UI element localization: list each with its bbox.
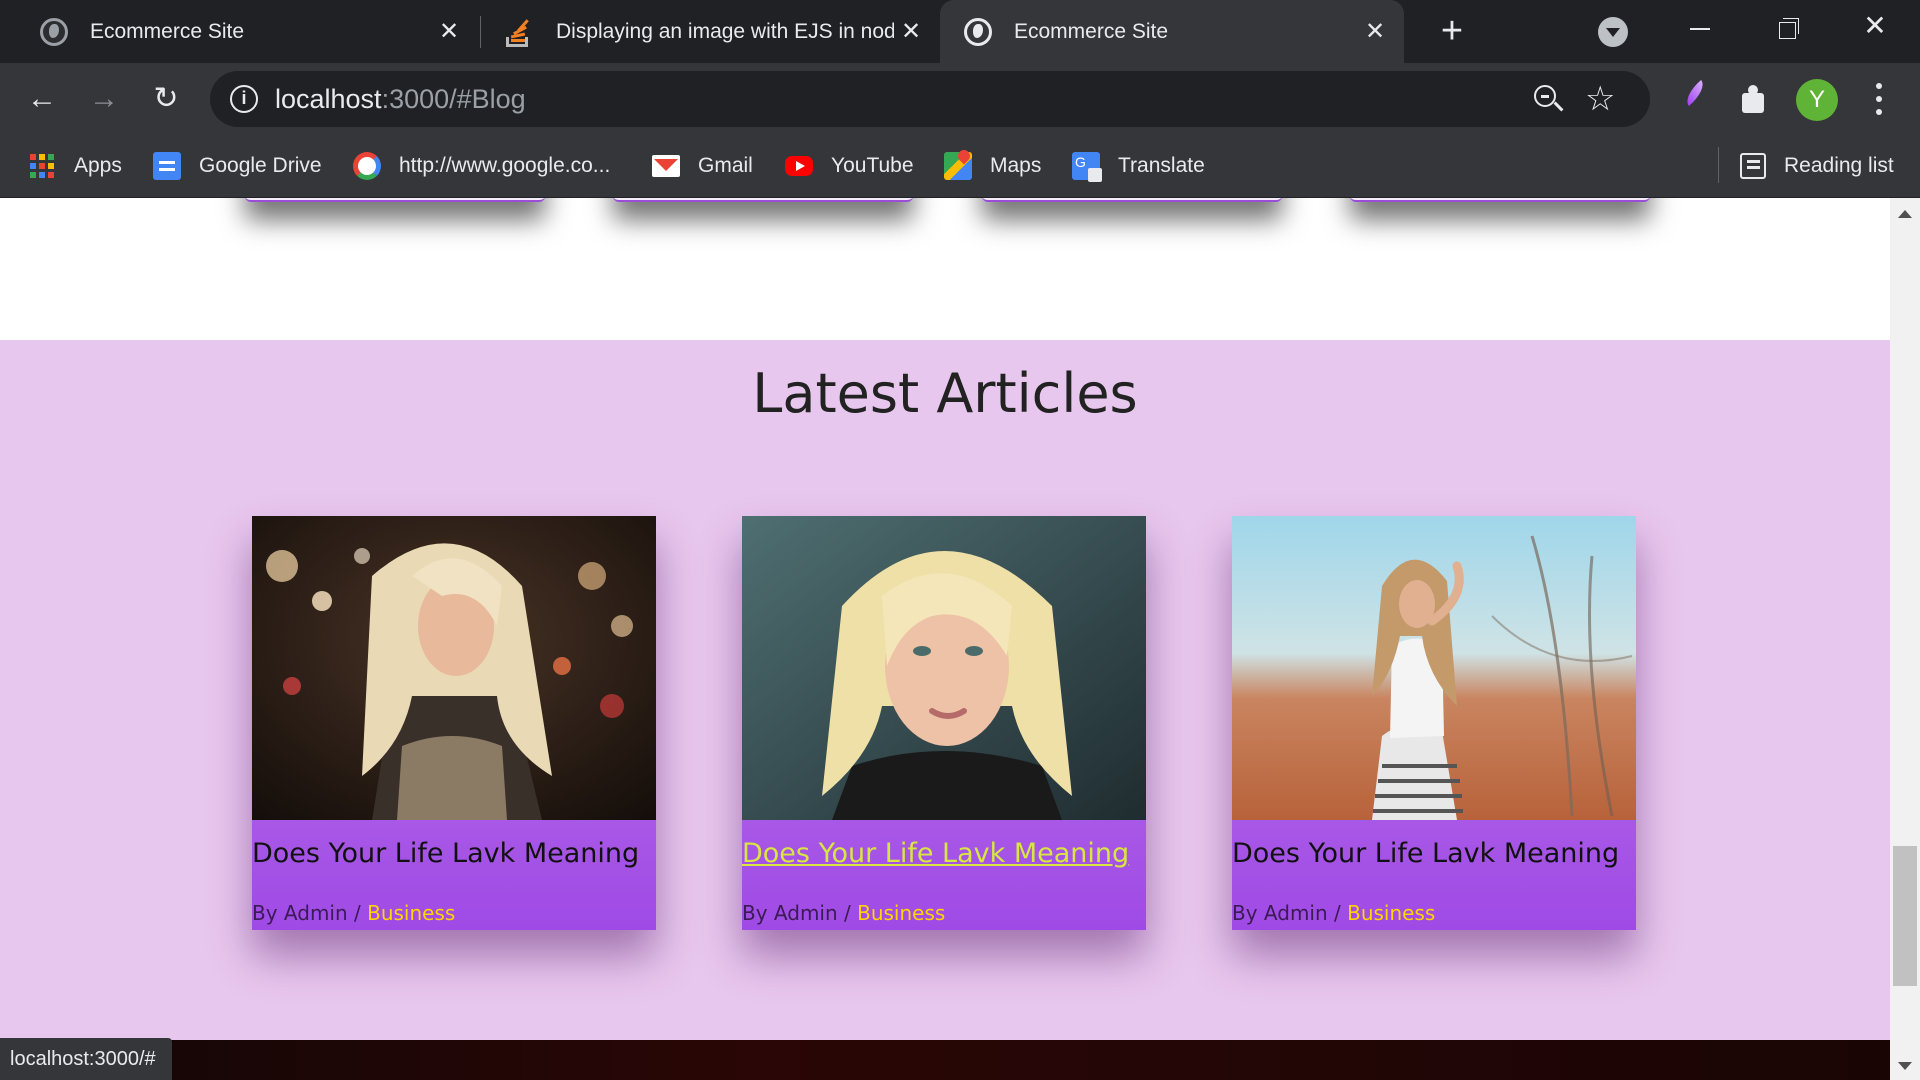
bookmarks-divider — [1718, 147, 1719, 183]
article-title-link[interactable]: Does Your Life Lavk Meaning — [742, 838, 1129, 869]
bookmark-gmail[interactable]: Gmail — [652, 135, 753, 197]
article-card[interactable]: Does Your Life Lavk Meaning By Admin / B… — [742, 516, 1146, 930]
article-category-link[interactable]: Business — [367, 901, 455, 925]
tab-ecommerce-active[interactable]: Ecommerce Site ✕ — [940, 0, 1404, 63]
google-drive-icon — [153, 152, 181, 180]
previous-card — [982, 198, 1282, 202]
tab-title: Ecommerce Site — [90, 19, 245, 43]
reading-list-icon — [1740, 153, 1766, 179]
tab-ecommerce-1[interactable]: Ecommerce Site ✕ — [16, 0, 472, 63]
article-meta: By Admin / Business — [742, 901, 945, 925]
tab-strip: Ecommerce Site ✕ Displaying an image wit… — [0, 0, 1920, 63]
tab-search-button[interactable] — [1598, 17, 1628, 47]
reading-list-label: Reading list — [1784, 154, 1894, 177]
article-author: By Admin / — [742, 901, 858, 925]
globe-icon — [964, 17, 992, 46]
address-url[interactable]: localhost:3000/#Blog — [275, 71, 526, 127]
tab-title: Displaying an image with EJS in nod — [556, 19, 894, 43]
tab-title: Ecommerce Site — [1014, 19, 1169, 43]
bookmark-star-icon[interactable]: ☆ — [1585, 77, 1615, 121]
gmail-icon — [652, 155, 680, 177]
footer-preview — [0, 1040, 1890, 1080]
bookmark-label: YouTube — [831, 154, 914, 177]
article-title-link[interactable]: Does Your Life Lavk Meaning — [252, 838, 639, 869]
address-bar[interactable]: i localhost:3000/#Blog ☆ — [210, 71, 1650, 127]
google-icon — [353, 152, 381, 180]
extensions-puzzle-icon[interactable] — [1738, 83, 1770, 115]
feather-extension-icon[interactable] — [1676, 81, 1712, 117]
zoom-icon[interactable] — [1530, 81, 1566, 117]
address-host: localhost — [275, 84, 382, 114]
bookmark-maps[interactable]: Maps — [944, 135, 1041, 197]
translate-icon: G — [1072, 152, 1102, 182]
bookmark-google-drive[interactable]: Google Drive — [153, 135, 322, 197]
bookmark-google[interactable]: http://www.google.co... — [353, 135, 610, 197]
bookmark-translate[interactable]: G Translate — [1072, 135, 1205, 197]
article-image[interactable] — [742, 516, 1146, 820]
article-card[interactable]: Does Your Life Lavk Meaning By Admin / B… — [252, 516, 656, 930]
site-info-icon[interactable]: i — [230, 85, 258, 113]
bookmark-label: Maps — [990, 154, 1042, 177]
scroll-down-arrow-icon[interactable] — [1898, 1062, 1912, 1070]
article-category-link[interactable]: Business — [857, 901, 945, 925]
minimize-button[interactable] — [1676, 10, 1722, 50]
bookmark-label: Apps — [74, 154, 122, 177]
section-title: Latest Articles — [752, 362, 1138, 425]
previous-card — [245, 198, 545, 202]
forward-button[interactable]: → — [82, 77, 126, 121]
previous-card — [613, 198, 913, 202]
scrollbar-thumb[interactable] — [1893, 846, 1917, 986]
stackoverflow-icon — [504, 17, 532, 47]
tab-stackoverflow[interactable]: Displaying an image with EJS in nod ✕ — [482, 0, 940, 63]
article-author: By Admin / — [1232, 901, 1348, 925]
bookmark-label: Gmail — [698, 154, 753, 177]
browser-toolbar: ← → ↻ i localhost:3000/#Blog ☆ Y — [0, 63, 1920, 135]
bookmark-label: Translate — [1118, 154, 1205, 177]
close-icon[interactable]: ✕ — [1360, 17, 1390, 46]
profile-avatar[interactable]: Y — [1796, 79, 1838, 121]
article-card[interactable]: Does Your Life Lavk Meaning By Admin / B… — [1232, 516, 1636, 930]
menu-kebab-icon[interactable] — [1864, 77, 1894, 121]
address-path: :3000/#Blog — [381, 84, 526, 114]
bookmark-apps[interactable]: Apps — [28, 135, 122, 197]
latest-articles-section: Latest Articles Does Your Life Lavk Mean… — [0, 340, 1890, 1040]
youtube-icon — [785, 156, 813, 176]
reading-list-button[interactable]: Reading list — [1740, 135, 1894, 197]
article-image[interactable] — [1232, 516, 1636, 820]
bookmark-label: Google Drive — [199, 154, 322, 177]
article-meta: By Admin / Business — [1232, 901, 1435, 925]
back-button[interactable]: ← — [20, 77, 64, 121]
article-meta: By Admin / Business — [252, 901, 455, 925]
scroll-up-arrow-icon[interactable] — [1898, 210, 1912, 218]
bookmark-label: http://www.google.co... — [399, 154, 611, 177]
maps-icon — [944, 152, 972, 180]
previous-card — [1350, 198, 1650, 202]
page-viewport: Latest Articles Does Your Life Lavk Mean… — [0, 198, 1890, 1080]
new-tab-button[interactable]: + — [1432, 12, 1472, 52]
article-author: By Admin / — [252, 901, 368, 925]
bookmarks-bar: Apps Google Drive http://www.google.co..… — [0, 135, 1920, 198]
reload-button[interactable]: ↻ — [144, 77, 188, 121]
page-scrollbar[interactable] — [1890, 198, 1920, 1080]
close-window-button[interactable]: ✕ — [1852, 10, 1898, 50]
article-category-link[interactable]: Business — [1347, 901, 1435, 925]
bookmark-youtube[interactable]: YouTube — [785, 135, 914, 197]
globe-icon — [40, 17, 68, 46]
article-image[interactable] — [252, 516, 656, 820]
link-status-bubble: localhost:3000/# — [0, 1038, 172, 1080]
article-title-link[interactable]: Does Your Life Lavk Meaning — [1232, 838, 1619, 869]
close-icon[interactable]: ✕ — [896, 17, 926, 46]
maximize-button[interactable] — [1763, 10, 1809, 50]
apps-grid-icon — [28, 152, 56, 180]
tab-separator — [480, 16, 481, 48]
close-icon[interactable]: ✕ — [434, 17, 464, 46]
